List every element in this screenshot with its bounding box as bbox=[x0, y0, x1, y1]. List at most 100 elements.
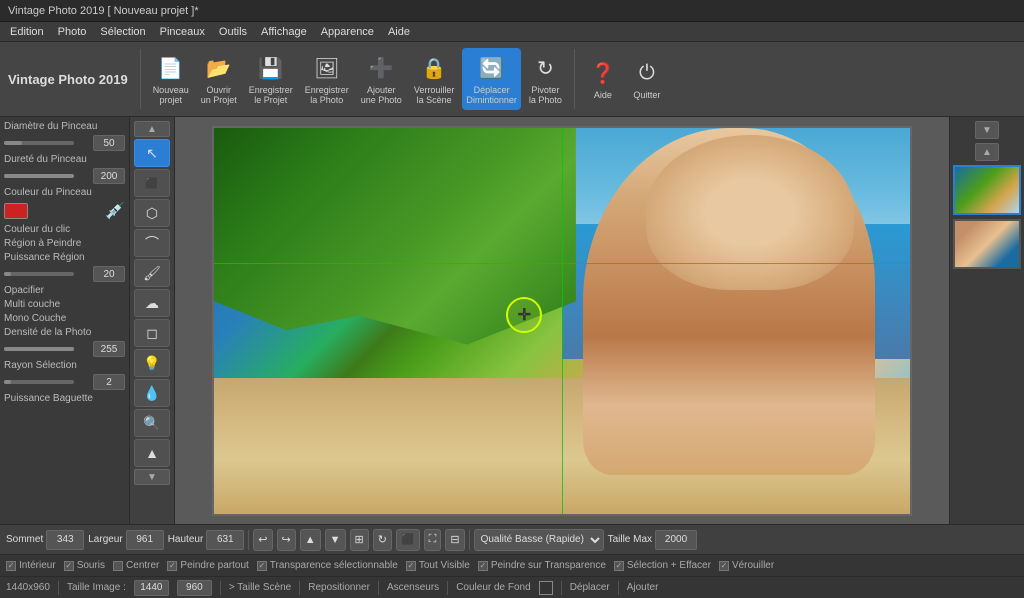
taille-image-label: Taille Image : bbox=[67, 582, 126, 593]
puissance-slider[interactable] bbox=[4, 272, 74, 276]
btn-enregistrer-photo[interactable]: 🖼 Enregistrerla Photo bbox=[301, 48, 353, 110]
menu-selection[interactable]: Sélection bbox=[94, 24, 151, 40]
taille-w-input[interactable] bbox=[134, 580, 169, 596]
sommet-label: Sommet bbox=[6, 534, 43, 545]
tool-bulb[interactable]: 💡 bbox=[134, 349, 170, 377]
couleur-pinceau-box[interactable] bbox=[4, 203, 28, 219]
menu-apparence[interactable]: Apparence bbox=[315, 24, 380, 40]
durete-input[interactable] bbox=[93, 168, 125, 184]
sommet-input[interactable] bbox=[46, 530, 84, 550]
thumbnail-2[interactable] bbox=[953, 219, 1021, 269]
btn-bottom-mirror[interactable]: ⬛ bbox=[396, 529, 420, 551]
btn-quitter[interactable]: ⏻ Quitter bbox=[627, 53, 667, 105]
tool-brush[interactable]: 🖌 bbox=[134, 259, 170, 287]
enregistrer-projet-icon: 💾 bbox=[255, 52, 287, 84]
menu-photo[interactable]: Photo bbox=[52, 24, 93, 40]
nouveau-projet-icon: 📄 bbox=[155, 52, 187, 84]
btn-bottom-up[interactable]: ▲ bbox=[300, 529, 321, 551]
tool-square[interactable]: ⬛ bbox=[134, 169, 170, 197]
lbl-transparence: Transparence sélectionnable bbox=[270, 560, 398, 571]
chk-souris[interactable]: ✓ bbox=[64, 561, 74, 571]
menu-aide[interactable]: Aide bbox=[382, 24, 416, 40]
menu-affichage[interactable]: Affichage bbox=[255, 24, 313, 40]
btn-ouvrir-projet[interactable]: 📂 Ouvrirun Projet bbox=[197, 48, 241, 110]
ouvrir-icon: 📂 bbox=[203, 52, 235, 84]
canvas-guide-vertical bbox=[562, 128, 563, 514]
btn-bottom-undo[interactable]: ↩ bbox=[253, 529, 272, 551]
chk-tout-visible[interactable]: ✓ bbox=[406, 561, 416, 571]
btn-verrouiller[interactable]: 🔒 Verrouillerla Scène bbox=[410, 48, 459, 110]
btn-deplacer-dimensionner[interactable]: 🔄 DéplacerDimintionner bbox=[462, 48, 521, 110]
durete-slider[interactable] bbox=[4, 174, 74, 178]
hauteur-input[interactable] bbox=[206, 530, 244, 550]
fond-color-box[interactable] bbox=[539, 581, 553, 595]
btn-bottom-down[interactable]: ▼ bbox=[325, 529, 346, 551]
densite-input[interactable] bbox=[93, 341, 125, 357]
btn-ajouter-photo[interactable]: ➕ Ajouterune Photo bbox=[357, 48, 406, 110]
status-sep-4 bbox=[378, 581, 379, 595]
tool-cloud[interactable]: ☁ bbox=[134, 289, 170, 317]
thumbnail-1[interactable] bbox=[953, 165, 1021, 215]
puissance-input[interactable] bbox=[93, 266, 125, 282]
lbl-souris: Souris bbox=[77, 560, 105, 571]
tool-round[interactable]: ⬡ bbox=[134, 199, 170, 227]
panel-diametre-ctrl bbox=[4, 135, 125, 151]
btn-aide[interactable]: ❓ Aide bbox=[583, 53, 623, 105]
taille-h-input[interactable] bbox=[177, 580, 212, 596]
canvas-area[interactable]: ✛ bbox=[175, 117, 949, 524]
largeur-input[interactable] bbox=[126, 530, 164, 550]
dropper-tool-icon[interactable]: 💉 bbox=[105, 201, 125, 221]
taille-max-input[interactable] bbox=[655, 530, 697, 550]
right-scroll-down-arrow[interactable]: ▼ bbox=[975, 121, 999, 139]
panel-baguette: Puissance Baguette bbox=[4, 393, 125, 404]
main-layout: Diamètre du Pinceau Dureté du Pinceau Co… bbox=[0, 117, 1024, 524]
opacifier-label: Opacifier bbox=[4, 285, 44, 296]
btn-enregistrer-projet[interactable]: 💾 Enregistrerle Projet bbox=[245, 48, 297, 110]
toolbar-sep-2 bbox=[574, 49, 575, 109]
btn-bottom-fullscreen[interactable]: ⛶ bbox=[424, 529, 442, 551]
hauteur-label: Hauteur bbox=[168, 534, 204, 545]
menu-pinceaux[interactable]: Pinceaux bbox=[154, 24, 211, 40]
chk-verrouiller[interactable]: ✓ bbox=[719, 561, 729, 571]
left-panel: Diamètre du Pinceau Dureté du Pinceau Co… bbox=[0, 117, 130, 524]
canvas-guide-horizontal bbox=[214, 263, 910, 264]
diametre-slider[interactable] bbox=[4, 141, 74, 145]
menu-edition[interactable]: Edition bbox=[4, 24, 50, 40]
tool-triangle-up[interactable]: ▲ bbox=[134, 439, 170, 467]
chk-peindre-partout[interactable]: ✓ bbox=[167, 561, 177, 571]
tool-dropper[interactable]: 💧 bbox=[134, 379, 170, 407]
tool-scroll-down[interactable]: ▼ bbox=[134, 469, 170, 485]
puissance-region-label: Puissance Région bbox=[4, 252, 85, 263]
status-centrer: Centrer bbox=[113, 560, 159, 571]
taille-max-label: Taille Max bbox=[608, 534, 652, 545]
chk-interieur[interactable]: ✓ bbox=[6, 561, 16, 571]
btn-bottom-fit[interactable]: ⊞ bbox=[350, 529, 369, 551]
chk-transparence[interactable]: ✓ bbox=[257, 561, 267, 571]
photo-face bbox=[646, 135, 855, 289]
diametre-input[interactable] bbox=[93, 135, 125, 151]
quality-select[interactable]: Qualité Basse (Rapide) Qualité Haute bbox=[474, 529, 604, 551]
rayon-input[interactable] bbox=[93, 374, 125, 390]
chk-peindre-transparence[interactable]: ✓ bbox=[478, 561, 488, 571]
btn-bottom-grid[interactable]: ⊟ bbox=[445, 529, 464, 551]
btn-pivoter[interactable]: ↻ Pivoterla Photo bbox=[525, 48, 566, 110]
lbl-peindre-partout: Peindre partout bbox=[180, 560, 248, 571]
right-scroll-up-arrow[interactable]: ▲ bbox=[975, 143, 999, 161]
tool-eraser[interactable]: ◻ bbox=[134, 319, 170, 347]
btn-nouveau-projet[interactable]: 📄 Nouveauprojet bbox=[149, 48, 193, 110]
deplacer-label: DéplacerDimintionner bbox=[466, 86, 517, 106]
tool-zoom[interactable]: 🔍 bbox=[134, 409, 170, 437]
status-sep-3 bbox=[299, 581, 300, 595]
tool-lasso[interactable]: ⌒ bbox=[134, 229, 170, 257]
menu-outils[interactable]: Outils bbox=[213, 24, 253, 40]
densite-slider[interactable] bbox=[4, 347, 74, 351]
rayon-slider[interactable] bbox=[4, 380, 74, 384]
chk-centrer[interactable] bbox=[113, 561, 123, 571]
btn-bottom-rotate[interactable]: ↻ bbox=[373, 529, 392, 551]
tool-select[interactable]: ↖ bbox=[134, 139, 170, 167]
btn-bottom-redo[interactable]: ↪ bbox=[277, 529, 296, 551]
chk-selection-effacer[interactable]: ✓ bbox=[614, 561, 624, 571]
tool-scroll-up[interactable]: ▲ bbox=[134, 121, 170, 137]
undo-icon: ↩ bbox=[258, 533, 267, 546]
status-peindre-transparence: ✓ Peindre sur Transparence bbox=[478, 560, 606, 571]
